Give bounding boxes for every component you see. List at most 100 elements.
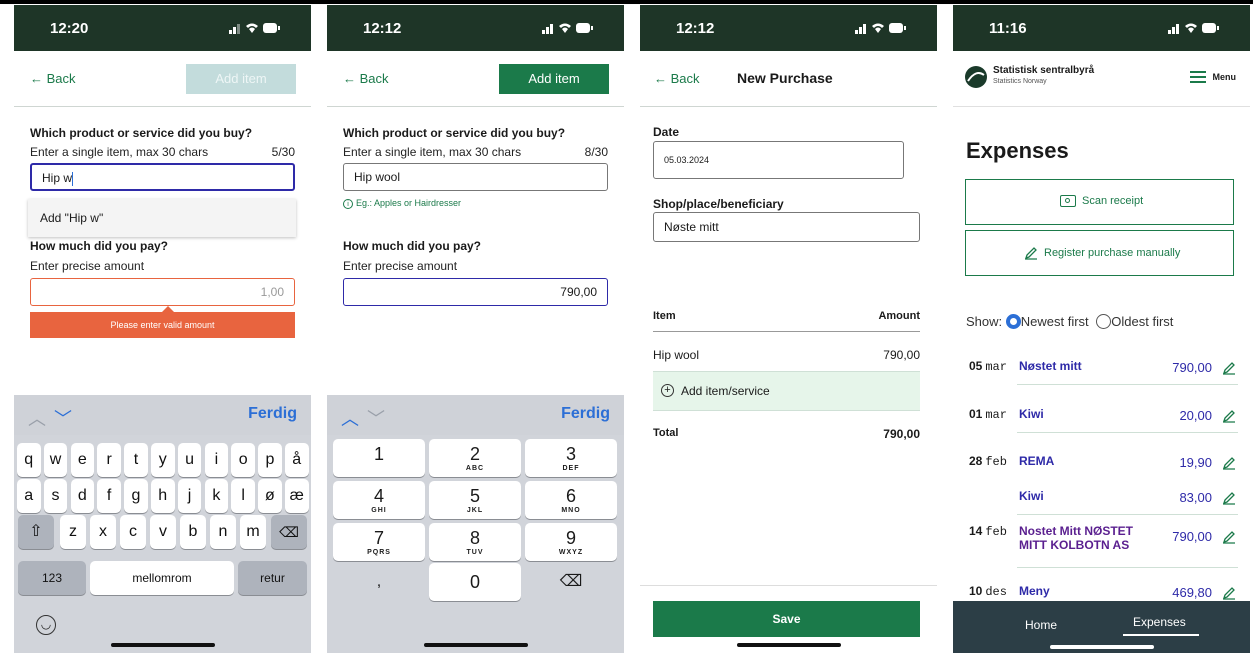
- chevron-up-icon[interactable]: ︿: [341, 405, 359, 431]
- key-h[interactable]: h: [151, 479, 175, 513]
- expense-name[interactable]: Nøstet mitt: [1019, 359, 1159, 373]
- zero-key[interactable]: 0: [429, 563, 521, 601]
- add-service-button[interactable]: + Add item/service: [653, 371, 920, 411]
- home-indicator: [110, 643, 215, 647]
- key-a[interactable]: a: [17, 479, 41, 513]
- register-manually-button[interactable]: Register purchase manually: [965, 230, 1234, 276]
- save-button[interactable]: Save: [653, 601, 920, 637]
- back-link[interactable]: ← Back: [30, 71, 76, 86]
- key-e[interactable]: e: [70, 443, 95, 477]
- key-p[interactable]: p: [258, 443, 282, 477]
- pencil-icon[interactable]: [1222, 530, 1236, 544]
- return-key[interactable]: retur: [238, 561, 307, 595]
- suggestion-item[interactable]: Add "Hip w": [28, 199, 296, 237]
- nav-expenses[interactable]: Expenses: [1133, 615, 1186, 629]
- radio-newest[interactable]: [1005, 314, 1021, 329]
- pencil-icon[interactable]: [1222, 361, 1236, 375]
- key-æ[interactable]: æ: [285, 479, 309, 513]
- back-link[interactable]: ← Back: [343, 71, 389, 86]
- key-1[interactable]: 1: [333, 439, 425, 477]
- add-item-button[interactable]: Add item: [186, 64, 296, 94]
- key-u[interactable]: u: [177, 443, 202, 477]
- done-button[interactable]: Ferdig: [248, 405, 297, 423]
- scan-receipt-button[interactable]: Scan receipt: [965, 179, 1234, 225]
- expense-name[interactable]: Kiwi: [1019, 489, 1159, 503]
- expense-row[interactable]: 01 mar Kiwi 20,00: [965, 393, 1238, 433]
- key-k[interactable]: k: [204, 479, 229, 513]
- key-4[interactable]: 4 GHI: [333, 481, 425, 519]
- chevron-down-icon[interactable]: ﹀: [54, 405, 72, 431]
- date-input[interactable]: 05.03.2024: [653, 141, 904, 179]
- space-key[interactable]: mellomrom: [90, 561, 234, 595]
- key-l[interactable]: l: [231, 479, 255, 513]
- numeric-keyboard: ︿ ﹀ Ferdig 1 2 ABC 3 DEF 4 GHI 5 JKL 6 MNO 7 PQRS 8 TU…: [327, 395, 624, 653]
- expense-row[interactable]: 05 mar Nøstet mitt 790,00: [965, 345, 1238, 385]
- pencil-icon[interactable]: [1222, 409, 1236, 423]
- shop-input[interactable]: Nøste mitt: [653, 212, 920, 242]
- newest-label[interactable]: Newest first: [1021, 314, 1089, 329]
- menu-label[interactable]: Menu: [1213, 72, 1237, 82]
- expense-row[interactable]: Kiwi 83,00: [965, 475, 1238, 515]
- key-å[interactable]: å: [285, 443, 309, 477]
- pencil-icon[interactable]: [1222, 456, 1236, 470]
- status-time: 12:12: [363, 20, 402, 37]
- key-f[interactable]: f: [97, 479, 121, 513]
- product-input[interactable]: Hip w: [30, 163, 295, 191]
- backspace-key[interactable]: ⌫: [525, 563, 617, 601]
- key-n[interactable]: n: [210, 515, 236, 549]
- key-j[interactable]: j: [177, 479, 202, 513]
- key-m[interactable]: m: [240, 515, 266, 549]
- expense-name[interactable]: Nostet Mitt NØSTET MITT KOLBOTN AS: [1019, 524, 1159, 552]
- expense-name[interactable]: REMA: [1019, 454, 1159, 468]
- key-9[interactable]: 9 WXYZ: [525, 523, 617, 561]
- key-z[interactable]: z: [60, 515, 86, 549]
- add-item-button[interactable]: Add item: [499, 64, 609, 94]
- key-5[interactable]: 5 JKL: [429, 481, 521, 519]
- key-2[interactable]: 2 ABC: [429, 439, 521, 477]
- status-time: 12:20: [50, 20, 89, 37]
- emoji-icon[interactable]: ◡: [36, 615, 56, 635]
- amount-input[interactable]: 790,00: [343, 278, 608, 306]
- product-input[interactable]: Hip wool: [343, 163, 608, 191]
- key-6[interactable]: 6 MNO: [525, 481, 617, 519]
- oldest-label[interactable]: Oldest first: [1111, 314, 1173, 329]
- key-r[interactable]: r: [97, 443, 121, 477]
- chevron-up-icon[interactable]: ︿: [28, 405, 46, 431]
- key-ø[interactable]: ø: [258, 479, 282, 513]
- key-w[interactable]: w: [43, 443, 68, 477]
- nav-home[interactable]: Home: [1025, 618, 1057, 632]
- radio-oldest[interactable]: [1096, 314, 1112, 329]
- amount-hint: Enter precise amount: [343, 259, 458, 273]
- key-c[interactable]: c: [120, 515, 146, 549]
- back-link[interactable]: ← Back: [654, 71, 700, 86]
- key-g[interactable]: g: [124, 479, 148, 513]
- key-t[interactable]: t: [124, 443, 148, 477]
- menu-icon[interactable]: [1190, 71, 1206, 83]
- done-button[interactable]: Ferdig: [561, 405, 610, 423]
- key-q[interactable]: q: [17, 443, 41, 477]
- key-x[interactable]: x: [90, 515, 116, 549]
- pencil-icon[interactable]: [1222, 491, 1236, 505]
- numbers-key[interactable]: 123: [18, 561, 86, 595]
- key-o[interactable]: o: [231, 443, 255, 477]
- item-name[interactable]: Hip wool: [653, 348, 699, 362]
- key-v[interactable]: v: [150, 515, 176, 549]
- key-8[interactable]: 8 TUV: [429, 523, 521, 561]
- key-s[interactable]: s: [43, 479, 68, 513]
- expense-row[interactable]: 28 feb REMA 19,90: [965, 440, 1238, 480]
- key-i[interactable]: i: [204, 443, 229, 477]
- expense-name[interactable]: Kiwi: [1019, 407, 1159, 421]
- chevron-down-icon[interactable]: ﹀: [367, 405, 385, 431]
- key-3[interactable]: 3 DEF: [525, 439, 617, 477]
- expense-row[interactable]: 14 feb Nostet Mitt NØSTET MITT KOLBOTN AS 7…: [965, 510, 1238, 568]
- key-y[interactable]: y: [151, 443, 175, 477]
- key-b[interactable]: b: [180, 515, 206, 549]
- amount-input[interactable]: 1,00: [30, 278, 295, 306]
- expense-name[interactable]: Meny: [1019, 584, 1159, 598]
- key-d[interactable]: d: [70, 479, 95, 513]
- comma-key[interactable]: ,: [333, 563, 425, 601]
- key-7[interactable]: 7 PQRS: [333, 523, 425, 561]
- pencil-icon[interactable]: [1222, 586, 1236, 600]
- shift-key[interactable]: ⇧: [18, 515, 54, 549]
- backspace-key[interactable]: ⌫: [271, 515, 307, 549]
